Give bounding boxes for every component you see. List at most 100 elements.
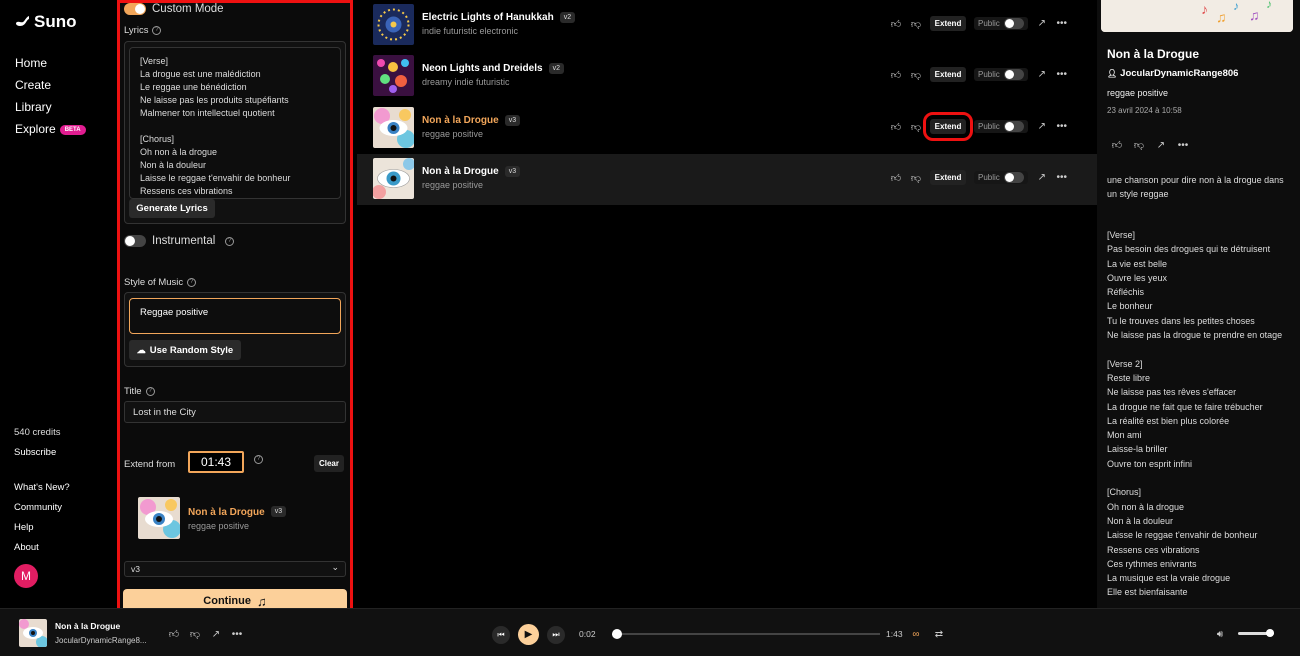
avatar[interactable]: M [14,564,38,588]
about-link[interactable]: About [14,542,39,553]
volume-icon[interactable]: 🔊︎ [1214,628,1226,640]
instrumental-toggle[interactable] [124,235,146,247]
model-select[interactable]: v3 ⌄ [124,561,346,577]
extend-source-song: Non à la Drogue v3 reggae positive [138,497,287,539]
share-icon[interactable]: ↗ [1036,172,1048,184]
public-switch[interactable] [1003,172,1024,183]
style-input[interactable]: Reggae positive [129,298,341,334]
thumbs-up-icon[interactable]: 👍︎ [168,628,180,640]
song-row[interactable]: Neon Lights and Dreidels v2 dreamy indie … [357,51,1097,102]
extend-from-label: Extend from [124,459,176,470]
play-button[interactable]: ▶ [518,624,539,645]
more-icon[interactable]: ••• [1056,69,1068,81]
extend-button[interactable]: Extend [930,16,966,31]
extend-button[interactable]: Extend [930,67,966,82]
public-switch[interactable] [1003,18,1024,29]
help-icon[interactable]: ? [152,25,162,35]
thumbs-up-icon[interactable]: 👍︎ [1111,139,1123,151]
more-icon[interactable]: ••• [1056,18,1068,30]
subscribe-link[interactable]: Subscribe [14,447,56,458]
nav-explore[interactable]: Explore BETA [15,122,86,136]
clear-button[interactable]: Clear [314,455,344,472]
play-icon: ▶ [524,629,533,640]
thumbs-down-icon[interactable]: 👎︎ [1133,139,1145,151]
public-switch[interactable] [1003,69,1024,80]
thumbs-down-icon[interactable]: 👎︎ [910,69,922,81]
extend-time-input[interactable]: 01:43 [188,451,244,473]
help-icon[interactable]: ? [145,386,155,396]
public-toggle[interactable]: Public [974,17,1028,30]
mini-song-title[interactable]: Non à la Drogue [188,507,265,518]
share-icon[interactable]: ↗ [1036,121,1048,133]
help-icon[interactable]: ? [254,455,263,464]
song-row[interactable]: Non à la Drogue v3 reggae positive 👍︎ 👎︎ … [357,103,1097,154]
previous-button[interactable]: ⏮︎ [492,625,510,644]
next-button[interactable]: ⏭︎ [547,625,565,644]
extend-button[interactable]: Extend [930,170,966,185]
song-row[interactable]: Non à la Drogue v3 reggae positive 👍︎ 👎︎ … [357,154,1097,205]
help-link[interactable]: Help [14,522,34,533]
more-icon[interactable]: ••• [1056,121,1068,133]
song-title[interactable]: Non à la Drogue [422,166,499,177]
generate-lyrics-button[interactable]: Generate Lyrics [129,199,215,218]
extend-button[interactable]: Extend [923,112,973,141]
player-cover-art[interactable] [19,619,47,647]
more-icon[interactable]: ••• [1056,172,1068,184]
loop-icon[interactable]: ∞ [910,628,922,640]
song-style: dreamy indie futuristic [422,77,510,87]
random-style-button[interactable]: ☁ Use Random Style [129,340,241,360]
seek-bar[interactable] [612,633,880,635]
nav-library[interactable]: Library [15,100,52,114]
custom-mode-toggle[interactable] [124,3,146,15]
song-actions: 👍︎ 👎︎ Extend Public ↗ ••• [890,112,1068,141]
song-cover-art [373,158,414,199]
player-user[interactable]: JocularDynamicRange8... [55,636,147,645]
thumbs-down-icon[interactable]: 👎︎ [910,18,922,30]
song-style: reggae positive [422,180,484,190]
more-icon[interactable]: ••• [1177,139,1189,151]
share-icon[interactable]: ↗ [210,628,222,640]
public-toggle[interactable]: Public [974,68,1028,81]
thumbs-down-icon[interactable]: 👎︎ [910,172,922,184]
share-icon[interactable]: ↗ [1036,18,1048,30]
public-toggle[interactable]: Public [974,171,1028,184]
more-icon[interactable]: ••• [231,628,243,640]
community-link[interactable]: Community [14,502,62,513]
player-title[interactable]: Non à la Drogue [55,621,120,631]
credits-count: 540 credits [14,427,61,438]
detail-user[interactable]: 👤︎ JocularDynamicRange806 [1107,68,1238,79]
detail-date: 23 avril 2024 à 10:58 [1107,106,1182,115]
public-switch[interactable] [1003,121,1024,132]
song-row[interactable]: Electric Lights of Hanukkah v2 indie futu… [357,0,1097,51]
seek-handle[interactable] [612,629,623,639]
song-title[interactable]: Neon Lights and Dreidels [422,63,543,74]
help-icon[interactable]: ? [187,277,197,287]
thumbs-up-icon[interactable]: 👍︎ [890,121,902,133]
style-label: Style of Music? [124,277,197,288]
elapsed-time: 0:02 [579,629,596,639]
title-input[interactable]: Lost in the City [124,401,346,423]
public-toggle[interactable]: Public [974,120,1028,133]
thumbs-down-icon[interactable]: 👎︎ [910,121,922,133]
song-title[interactable]: Non à la Drogue [422,115,499,126]
song-detail-panel: ♪ ♫ ♪ ♫ ♪ Non à la Drogue 👤︎ JocularDynamicR… [1097,0,1300,608]
thumbs-up-icon[interactable]: 👍︎ [890,69,902,81]
help-icon[interactable]: ? [225,236,235,246]
whats-new-link[interactable]: What's New? [14,482,70,493]
nav-create[interactable]: Create [15,78,51,92]
thumbs-up-icon[interactable]: 👍︎ [890,18,902,30]
song-title[interactable]: Electric Lights of Hanukkah [422,12,554,23]
volume-handle[interactable] [1266,629,1275,637]
detail-description: une chanson pour dire non à la drogue da… [1107,175,1284,199]
public-label: Public [978,173,1000,182]
public-label: Public [978,122,1000,131]
share-icon[interactable]: ↗ [1155,139,1167,151]
nav-home[interactable]: Home [15,56,47,70]
share-icon[interactable]: ↗ [1036,69,1048,81]
svg-text:♫: ♫ [1216,9,1227,25]
suno-logo[interactable]: Suno [14,12,77,32]
duration-time: 1:43 [886,629,903,639]
thumbs-up-icon[interactable]: 👍︎ [890,172,902,184]
thumbs-down-icon[interactable]: 👎︎ [189,628,201,640]
repeat-icon[interactable]: ⇄ [933,628,945,640]
